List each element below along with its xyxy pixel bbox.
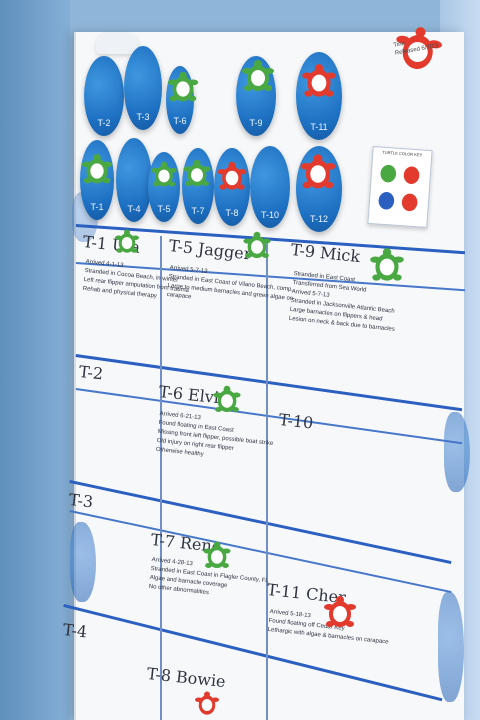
slot-t10[interactable]: T-10 [250, 146, 290, 228]
green-turtle-icon [203, 541, 231, 569]
red-turtle-icon [300, 154, 336, 189]
splash-decoration [438, 592, 464, 702]
turtle-magnet-bowie[interactable] [190, 690, 224, 720]
marker-holder [96, 32, 138, 54]
turtle-magnet-mick[interactable] [366, 246, 408, 288]
turtle-magnet-cookie-slot[interactable] [296, 152, 340, 196]
slot-t2[interactable]: T-2 [84, 56, 124, 136]
turtle-magnet-ula[interactable] [112, 228, 142, 258]
section-label: T-4 [62, 620, 89, 642]
turtle-magnet-ula-slot[interactable] [78, 152, 116, 190]
slot-code: T-8 [225, 208, 239, 218]
turtle-magnet-mick-slot[interactable] [238, 58, 278, 98]
color-key-turtles-icon [378, 164, 420, 212]
red-turtle-icon [217, 161, 247, 190]
section-label: T-10 [278, 410, 315, 433]
turtle-magnet-reno[interactable] [200, 540, 234, 574]
splash-decoration [70, 522, 96, 602]
splash-decoration [444, 412, 470, 492]
green-turtle-icon [167, 71, 199, 102]
turtle-magnet-jagger-slot[interactable] [148, 160, 180, 192]
green-turtle-icon [115, 229, 139, 253]
slot-code: T-6 [173, 116, 187, 126]
green-turtle-icon [183, 159, 211, 187]
turtle-magnet-elvis[interactable] [164, 70, 202, 108]
slot-code: T-9 [249, 118, 263, 128]
slot-code: T-11 [310, 122, 328, 132]
wall-left [0, 0, 70, 720]
red-turtle-icon [324, 596, 356, 627]
red-turtle-icon [195, 691, 219, 715]
slot-code: T-2 [97, 118, 111, 128]
green-turtle-icon [242, 60, 274, 91]
slot-t4[interactable]: T-4 [116, 138, 152, 222]
turtle-magnet-reno-slot[interactable] [180, 158, 214, 192]
section-label: T-3 [68, 490, 95, 512]
slot-code: T-4 [127, 204, 141, 214]
slot-code: T-10 [260, 210, 279, 220]
green-turtle-icon [243, 231, 271, 259]
slot-code: T-12 [309, 214, 328, 224]
grid-divider [266, 240, 268, 720]
red-turtle-icon [302, 64, 336, 97]
green-turtle-icon [81, 153, 113, 184]
turtle-magnet-cher[interactable] [320, 594, 360, 634]
turtle-magnet-bowie-slot[interactable] [214, 160, 250, 196]
turtle-magnet-jagger[interactable] [240, 230, 274, 264]
green-turtle-icon [370, 248, 404, 281]
slot-code: T-5 [157, 204, 171, 214]
green-turtle-icon [213, 385, 241, 413]
turtle-magnet-elvis-section[interactable] [210, 384, 244, 418]
slot-t3[interactable]: T-3 [124, 46, 162, 130]
grid-divider [160, 236, 162, 720]
slot-code: T-1 [90, 202, 104, 212]
turtle-color-key-card: TURTLE COLOR KEY [367, 146, 433, 228]
slot-code: T-3 [136, 112, 150, 122]
turtle-magnet-cher-slot[interactable] [298, 62, 340, 104]
section-label: T-2 [78, 362, 105, 384]
slot-code: T-7 [191, 206, 205, 216]
green-turtle-icon [151, 161, 177, 187]
